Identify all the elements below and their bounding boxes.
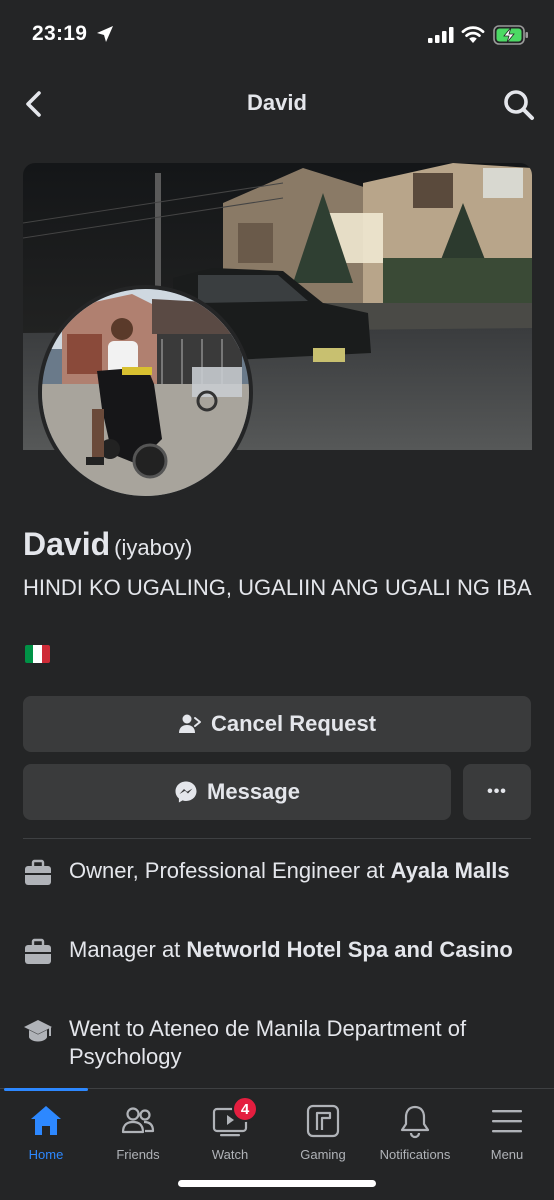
tab-notifications[interactable]: Notifications	[369, 1089, 461, 1169]
message-label: Message	[207, 779, 300, 804]
messenger-icon	[175, 781, 197, 803]
intro-item-work-1[interactable]: Owner, Professional Engineer at Ayala Ma…	[23, 857, 533, 888]
profile-display-name: David	[23, 526, 111, 562]
tab-label: Menu	[490, 1147, 524, 1162]
tab-label: Friends	[116, 1147, 160, 1162]
page-title: David	[247, 90, 307, 115]
tab-friends[interactable]: Friends	[92, 1089, 184, 1169]
more-options-button[interactable]: •••	[463, 764, 531, 820]
tab-label: Gaming	[300, 1147, 346, 1162]
friend-request-sent-icon	[178, 714, 201, 733]
tab-label: Home	[28, 1147, 64, 1162]
bell-icon	[400, 1105, 430, 1139]
wifi-icon	[461, 26, 485, 43]
gaming-icon	[306, 1104, 340, 1138]
profile-avatar[interactable]	[38, 285, 253, 500]
back-arrow-icon[interactable]	[18, 88, 50, 120]
intro-item-work-2[interactable]: Manager at Networld Hotel Spa and Casino	[23, 936, 533, 967]
battery-charging-icon	[493, 25, 528, 45]
intro-text-prefix: Went to Ateneo de Manila Department of P…	[69, 1016, 467, 1069]
tab-label: Notifications	[379, 1147, 451, 1162]
intro-text: Owner, Professional Engineer at Ayala Ma…	[69, 857, 510, 888]
search-icon[interactable]	[502, 88, 536, 122]
flag-stripe-white	[33, 645, 42, 663]
tab-label: Watch	[211, 1147, 249, 1162]
tab-home[interactable]: Home	[0, 1089, 92, 1169]
graduation-cap-icon	[24, 1020, 52, 1042]
message-button[interactable]: Message	[23, 764, 451, 820]
tab-menu[interactable]: Menu	[461, 1089, 553, 1169]
intro-text-company[interactable]: Networld Hotel Spa and Casino	[186, 937, 512, 962]
cancel-request-button[interactable]: Cancel Request	[23, 696, 531, 752]
cancel-request-label: Cancel Request	[210, 711, 377, 736]
intro-text: Went to Ateneo de Manila Department of P…	[69, 1015, 533, 1071]
profile-alternate-name: (iyaboy)	[114, 535, 193, 560]
intro-text-prefix: Manager at	[69, 937, 187, 962]
flag-stripe-red	[41, 645, 50, 663]
intro-text-company[interactable]: Ayala Malls	[391, 858, 510, 883]
profile-name: David (iyaboy)	[23, 526, 192, 563]
briefcase-icon	[25, 859, 51, 885]
more-options-icon: •••	[487, 783, 507, 800]
tab-watch[interactable]: Watch	[184, 1089, 276, 1169]
tab-gaming[interactable]: Gaming	[277, 1089, 369, 1169]
intro-text-prefix: Owner, Professional Engineer at	[69, 858, 391, 883]
status-time: 23:19	[32, 22, 88, 45]
location-arrow-icon	[97, 26, 113, 42]
watch-notification-badge: 4	[232, 1096, 258, 1122]
divider	[23, 838, 531, 839]
top-nav-bar: David	[0, 78, 554, 130]
intro-item-education[interactable]: Went to Ateneo de Manila Department of P…	[23, 1015, 533, 1071]
flag-stripe-green	[25, 645, 34, 663]
italy-flag-icon	[25, 645, 50, 663]
status-bar: 23:19	[0, 0, 554, 70]
profile-bio: HINDI KO UGALING, UGALIIN ANG UGALI NG I…	[23, 575, 532, 600]
friends-icon	[121, 1107, 155, 1134]
home-indicator[interactable]	[178, 1180, 376, 1187]
hamburger-icon	[492, 1110, 522, 1133]
home-icon	[31, 1106, 61, 1135]
intro-text: Manager at Networld Hotel Spa and Casino	[69, 936, 513, 967]
briefcase-icon	[25, 938, 51, 964]
cellular-signal-icon	[428, 27, 454, 43]
